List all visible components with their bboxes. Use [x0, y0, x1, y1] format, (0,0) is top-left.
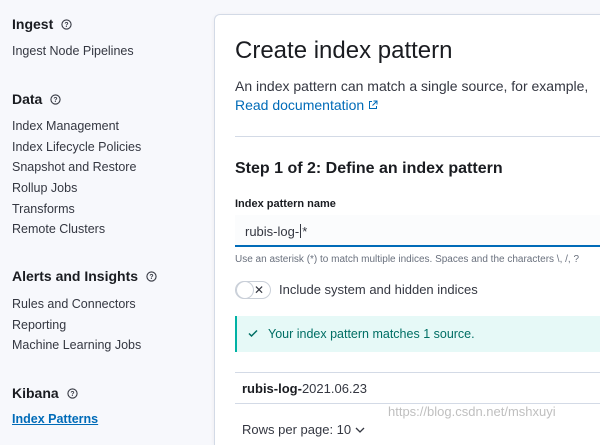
- sidebar-item-machine-learning-jobs[interactable]: Machine Learning Jobs: [12, 338, 141, 352]
- svg-text:?: ?: [65, 21, 69, 28]
- table-row: rubis-log-2021.06.23: [235, 372, 600, 404]
- close-icon: ✕: [253, 283, 264, 297]
- toggle-knob: [236, 281, 254, 299]
- index-pattern-name-value[interactable]: rubis-log- *: [245, 224, 307, 239]
- sidebar-item-ingest-node-pipelines[interactable]: Ingest Node Pipelines: [12, 44, 134, 58]
- sidebar-item-rollup-jobs[interactable]: Rollup Jobs: [12, 181, 77, 195]
- sidebar-item-reporting[interactable]: Reporting: [12, 318, 66, 332]
- help-icon[interactable]: ?: [50, 93, 61, 105]
- section-title-ingest: Ingest ?: [12, 16, 72, 32]
- sidebar-item-remote-clusters[interactable]: Remote Clusters: [12, 222, 105, 236]
- include-hidden-indices-label[interactable]: Include system and hidden indices: [279, 282, 478, 297]
- sidebar-item-snapshot-and-restore[interactable]: Snapshot and Restore: [12, 160, 136, 174]
- section-title-data: Data ?: [12, 91, 61, 107]
- section-title-kibana: Kibana ?: [12, 385, 78, 401]
- svg-text:?: ?: [70, 390, 74, 397]
- svg-text:?: ?: [149, 273, 153, 280]
- step-title: Step 1 of 2: Define an index pattern: [235, 160, 503, 177]
- sidebar-item-index-lifecycle-policies[interactable]: Index Lifecycle Policies: [12, 140, 141, 154]
- read-documentation-link[interactable]: Read documentation: [235, 97, 378, 113]
- help-icon[interactable]: ?: [146, 270, 157, 282]
- section-title-alerts-and-insights: Alerts and Insights ?: [12, 268, 157, 284]
- page-title: Create index pattern: [235, 37, 453, 64]
- match-callout-text: Your index pattern matches 1 source.: [268, 327, 475, 341]
- matched-index-name: rubis-log-2021.06.23: [242, 381, 368, 396]
- sidebar-item-index-patterns[interactable]: Index Patterns: [12, 412, 98, 426]
- sidebar-item-index-management[interactable]: Index Management: [12, 119, 119, 133]
- sidebar-item-transforms[interactable]: Transforms: [12, 202, 75, 216]
- divider: [235, 136, 600, 137]
- index-pattern-name-input[interactable]: rubis-log- *: [235, 215, 600, 247]
- check-icon: [248, 329, 258, 338]
- page-description: An index pattern can match a single sour…: [235, 78, 589, 94]
- chevron-down-icon: [355, 427, 365, 433]
- svg-text:?: ?: [54, 96, 58, 103]
- index-pattern-name-label: Index pattern name: [235, 198, 336, 210]
- sidebar-item-rules-and-connectors[interactable]: Rules and Connectors: [12, 297, 136, 311]
- help-icon[interactable]: ?: [61, 18, 72, 30]
- external-link-icon: [369, 100, 378, 109]
- help-icon[interactable]: ?: [67, 387, 78, 399]
- match-callout: Your index pattern matches 1 source.: [235, 316, 600, 352]
- sidebar: Ingest ? Ingest Node Pipelines Data ? In…: [0, 0, 213, 430]
- include-hidden-indices-toggle[interactable]: ✕: [235, 281, 271, 299]
- field-help-text: Use an asterisk (*) to match multiple in…: [235, 254, 580, 265]
